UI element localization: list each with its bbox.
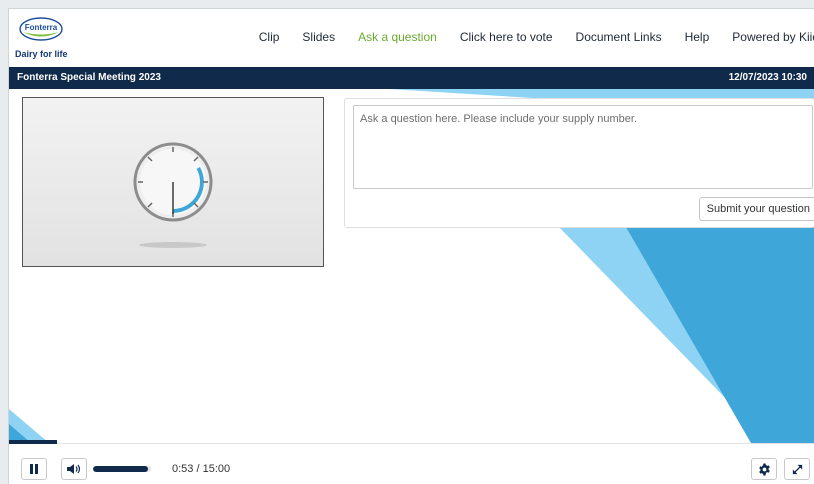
fonterra-logo[interactable]: Fonterra Dairy for life (15, 17, 75, 63)
nav-slides[interactable]: Slides (302, 30, 335, 44)
nav-ask-question[interactable]: Ask a question (358, 30, 437, 44)
nav-document-links[interactable]: Document Links (576, 30, 662, 44)
header: Fonterra Dairy for life Clip Slides Ask … (9, 9, 814, 67)
main-content: Submit your question (9, 89, 814, 443)
duration: 15:00 (202, 463, 231, 475)
expand-icon (792, 464, 802, 474)
submit-question-button[interactable]: Submit your question (698, 197, 814, 221)
fonterra-logo-badge-icon: Fonterra (19, 17, 63, 41)
nav-clip[interactable]: Clip (259, 30, 280, 44)
video-player[interactable] (22, 97, 324, 267)
app-frame: Fonterra Dairy for life Clip Slides Ask … (8, 8, 814, 484)
clock-icon (133, 142, 213, 248)
fullscreen-button[interactable] (784, 458, 810, 480)
meeting-datetime: 12/07/2023 10:30 (728, 72, 807, 83)
logo-wordmark: Fonterra (25, 23, 58, 32)
volume-icon (67, 464, 81, 474)
nav-vote[interactable]: Click here to vote (460, 30, 553, 44)
pause-button[interactable] (21, 458, 47, 480)
nav-powered-by[interactable]: Powered by Kiid (732, 30, 814, 44)
playback-progress-bar[interactable] (9, 440, 57, 444)
time-display: 0:53 / 15:00 (172, 463, 230, 475)
top-nav: Clip Slides Ask a question Click here to… (236, 30, 814, 44)
page-title: Fonterra Special Meeting 2023 (17, 72, 161, 83)
volume-button[interactable] (61, 458, 87, 480)
question-panel: Submit your question (344, 98, 814, 228)
current-time: 0:53 (172, 463, 194, 475)
title-bar: Fonterra Special Meeting 2023 12/07/2023… (9, 67, 814, 89)
pause-icon (30, 464, 38, 474)
player-controls: 0:53 / 15:00 (9, 440, 814, 484)
nav-help[interactable]: Help (685, 30, 710, 44)
volume-slider-fill (93, 466, 149, 472)
settings-button[interactable] (751, 458, 777, 480)
time-separator: / (193, 463, 203, 475)
volume-slider[interactable] (93, 466, 151, 472)
logo-tagline: Dairy for life (15, 49, 68, 59)
gear-icon (758, 463, 770, 475)
question-input[interactable] (353, 105, 813, 189)
